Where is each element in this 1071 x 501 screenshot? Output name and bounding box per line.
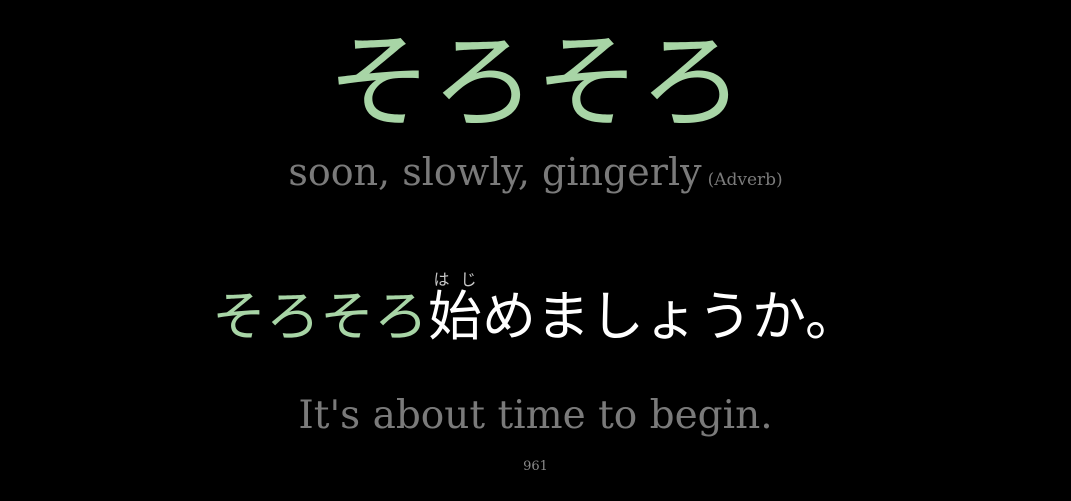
example-kanji: 始: [428, 285, 483, 348]
example-highlight: そろそろ: [212, 285, 429, 348]
example-sentence-container: そろそろ始はじめましょうか。: [0, 270, 1071, 344]
example-sentence: そろそろ始はじめましょうか。: [212, 270, 859, 344]
vocab-word: そろそろ: [327, 21, 744, 143]
part-of-speech: (Adverb): [707, 170, 783, 190]
flashcard: そろそろ soon, slowly, gingerly (Adverb) そろそろ…: [0, 0, 1071, 501]
meaning-line: soon, slowly, gingerly (Adverb): [0, 150, 1071, 194]
example-rest: めましょうか。: [482, 285, 859, 348]
example-furigana: はじ: [428, 270, 483, 289]
example-translation: It's about time to begin.: [298, 393, 773, 438]
example-kanji-with-furigana: 始はじ: [428, 270, 483, 348]
card-number: 961: [523, 459, 548, 474]
word-meaning: soon, slowly, gingerly: [288, 150, 702, 194]
